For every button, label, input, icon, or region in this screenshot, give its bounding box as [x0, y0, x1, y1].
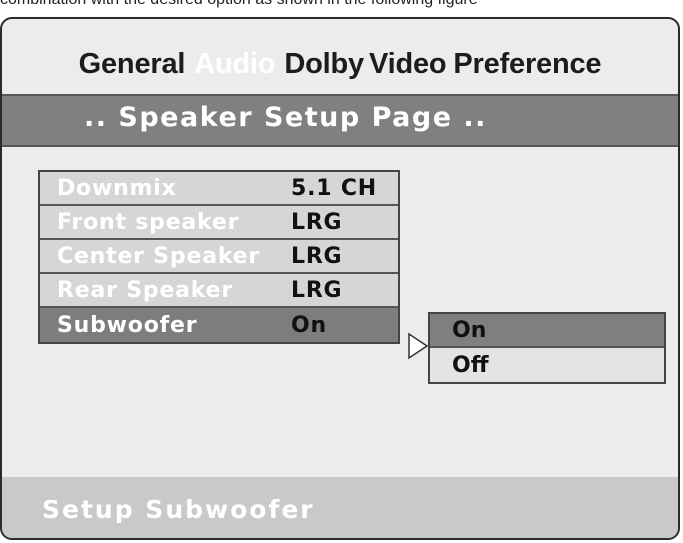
tab-general[interactable]: General [79, 48, 186, 81]
menu-item-front-speaker[interactable]: Front speaker LRG [40, 206, 398, 240]
option-off[interactable]: Off [430, 348, 664, 382]
menu-item-value: LRG [291, 209, 343, 235]
menu-item-value: LRG [291, 243, 343, 269]
menu-item-value: LRG [291, 277, 343, 303]
menu-item-label: Front speaker [57, 209, 240, 235]
tab-dolby[interactable]: Dolby [284, 48, 364, 81]
subwoofer-options: On Off [428, 312, 666, 384]
setup-tabs: General Audio Dolby Video Preference [2, 41, 678, 87]
tab-video[interactable]: Video [369, 48, 447, 81]
figure-caption: combination with the desired option as s… [0, 0, 683, 11]
menu-item-value: On [291, 312, 327, 338]
menu-item-label: Center Speaker [57, 243, 261, 269]
page-title: .. Speaker Setup Page .. [84, 102, 487, 133]
option-on[interactable]: On [430, 314, 664, 348]
page-title-bar: .. Speaker Setup Page .. [2, 94, 678, 147]
tab-audio[interactable]: Audio [194, 48, 275, 81]
menu-item-label: Subwoofer [57, 312, 198, 338]
setup-menu-panel: General Audio Dolby Video Preference .. … [0, 17, 680, 540]
speaker-settings-list: Downmix 5.1 CH Front speaker LRG Center … [38, 170, 400, 344]
menu-item-center-speaker[interactable]: Center Speaker LRG [40, 240, 398, 274]
status-bar: Setup Subwoofer [2, 477, 678, 538]
menu-item-downmix[interactable]: Downmix 5.1 CH [40, 172, 398, 206]
menu-item-subwoofer[interactable]: Subwoofer On [40, 308, 398, 342]
menu-item-value: 5.1 CH [291, 175, 377, 201]
submenu-arrow-icon [408, 332, 429, 360]
menu-item-rear-speaker[interactable]: Rear Speaker LRG [40, 274, 398, 308]
menu-item-label: Downmix [57, 175, 177, 201]
tab-preference[interactable]: Preference [453, 48, 601, 81]
menu-item-label: Rear Speaker [57, 277, 233, 303]
status-text: Setup Subwoofer [42, 495, 315, 524]
